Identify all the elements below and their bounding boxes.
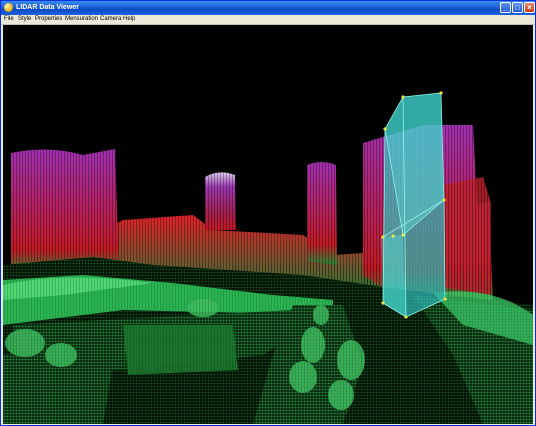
menu-bar: File Style Properties Mensuration Camera… (1, 15, 535, 25)
app-window: LIDAR Data Viewer _ □ × File Style Prope… (0, 0, 536, 426)
menu-camera[interactable]: Camera (100, 15, 121, 24)
menu-help[interactable]: Help (123, 15, 135, 24)
menu-file[interactable]: File (4, 15, 14, 24)
menu-properties[interactable]: Properties (35, 15, 62, 24)
measurement-volume[interactable] (381, 91, 447, 319)
menu-style[interactable]: Style (18, 15, 31, 24)
globe-icon (4, 3, 13, 12)
minimize-button[interactable]: _ (500, 2, 511, 13)
close-button[interactable]: × (524, 2, 535, 13)
title-bar[interactable]: LIDAR Data Viewer _ □ × (1, 1, 535, 15)
maximize-button[interactable]: □ (512, 2, 523, 13)
menu-mensuration[interactable]: Mensuration (65, 15, 98, 24)
point-cloud-render (3, 25, 533, 424)
point-cloud-viewport[interactable] (3, 25, 533, 424)
window-title: LIDAR Data Viewer (16, 4, 79, 11)
